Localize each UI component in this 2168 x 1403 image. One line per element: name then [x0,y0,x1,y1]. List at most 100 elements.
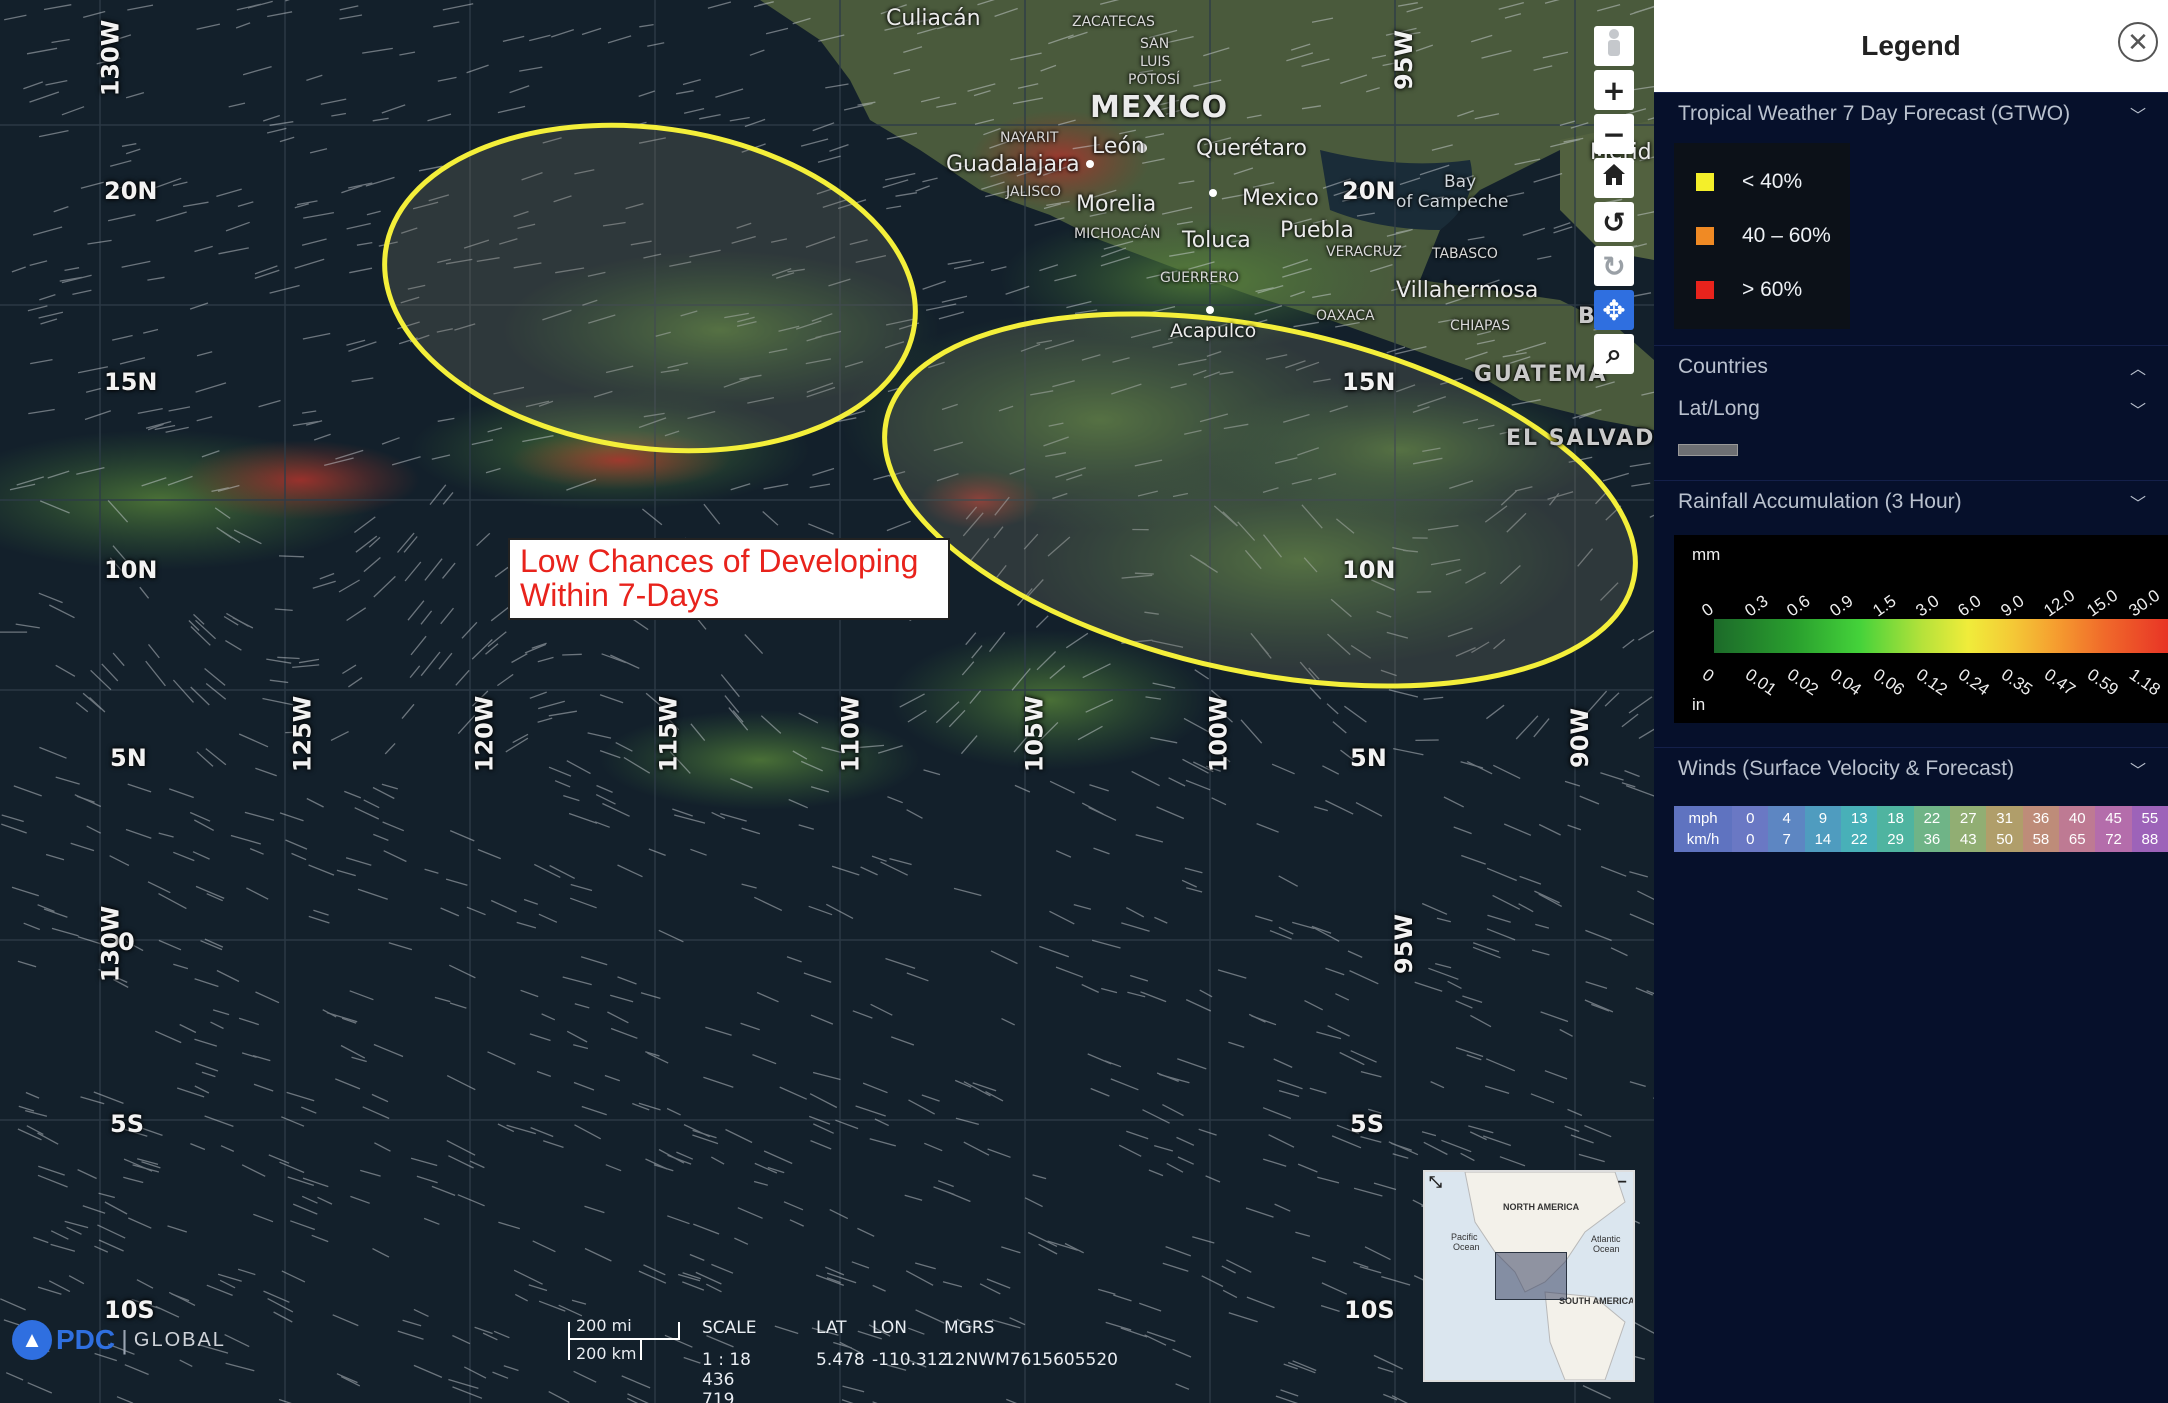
section-gtwo[interactable]: Tropical Weather 7 Day Forecast (GTWO) ﹀ [1654,92,2168,135]
chevron-down-icon[interactable]: ﹀ [2130,102,2146,126]
section-rainfall[interactable]: Rainfall Accumulation (3 Hour) ﹀ [1654,480,2168,523]
rainfall-mm-tick: 30.0 [2125,585,2164,621]
scale-label: SCALE [702,1318,757,1338]
lon-label-90w: 90W [1565,708,1594,768]
close-icon[interactable]: ✕ [2118,22,2158,62]
lon-label-125w: 125W [288,695,317,773]
minimap-collapse-button[interactable]: − [1618,1174,1627,1192]
lon-label-105w: 105W [1020,695,1049,773]
chevron-down-icon[interactable]: ﹀ [2130,490,2146,514]
zoom-out-button[interactable]: − [1594,114,1634,154]
wind-scale-cell: 18 29 [1877,806,1914,852]
minimap-atlantic: Atlantic [1591,1234,1621,1244]
home-button[interactable] [1594,158,1634,198]
person-icon [1603,28,1625,65]
wind-scale-cell: 22 36 [1913,806,1951,852]
lat-label-left-15n: 15N [104,368,158,396]
place-luis: LUIS [1140,54,1171,70]
rotate-right-button[interactable]: ↻ [1594,246,1634,286]
rotate-left-button[interactable]: ↺ [1594,202,1634,242]
wind-scale-cell: 13 22 [1841,806,1878,852]
section-countries[interactable]: Countries ︿ [1654,345,2168,388]
chevron-down-icon[interactable]: ﹀ [2130,757,2146,781]
latlong-line-swatch [1678,444,1738,456]
overview-minimap[interactable]: ⤡ − NORTH AMERICA Pacific Ocean Atlantic… [1423,1170,1635,1382]
street-view-button[interactable] [1594,26,1634,66]
chevron-up-icon[interactable]: ︿ [2130,355,2146,379]
lat-label-right-15n: 15N [1342,368,1396,396]
rainfall-mm-tick: 15.0 [2082,585,2121,621]
section-latlong-title: Lat/Long [1678,397,1760,420]
map-toolbar: + − ↺ ↻ ✥ ⌕ [1594,26,1634,378]
lat-label-left-10n: 10N [104,556,158,584]
minimap-expand-button[interactable]: ⤡ [1429,1174,1442,1192]
wind-mph-value: 13 [1850,810,1868,827]
wind-kmh-value: 22 [1850,831,1868,848]
rainfall-gradient [1714,619,2168,653]
section-rainfall-title: Rainfall Accumulation (3 Hour) [1678,490,1962,513]
wind-mph-value: 40 [2068,810,2086,827]
gtwo-label-high: > 60% [1742,278,1803,301]
brand-name: PDC [56,1324,116,1355]
rainfall-in-tick: 0.06 [1869,664,1908,700]
place-zacatecas: ZACATECAS [1072,14,1155,30]
section-winds[interactable]: Winds (Surface Velocity & Forecast) ﹀ [1654,747,2168,790]
place-nayarit: NAYARIT [1000,130,1059,146]
minimap-south-america: SOUTH AMERICA [1559,1296,1635,1306]
lat-label-left-20n: 20N [104,177,158,205]
rainfall-mm-tick: 1.5 [1869,591,1900,621]
place-guatemala: GUATEMA [1474,362,1608,387]
rainfall-unit-mm: mm [1692,545,1721,564]
scale-bar: 200 mi 200 km [568,1316,680,1364]
rainfall-mm-tick: 0 [1698,599,1717,621]
wind-mph-value: 55 [2141,810,2159,827]
rainfall-in-tick: 0.24 [1955,664,1994,700]
lon-label-110w: 110W [836,695,865,773]
place-jalisco: JALISCO [1006,184,1062,200]
lat-value: 5.478 [816,1350,865,1370]
rainfall-in-tick: 0.47 [2040,664,2079,700]
place-mexico-city: Mexico [1242,186,1319,211]
rainfall-in-tick: 0.59 [2083,664,2122,700]
brand-subtitle: GLOBAL [133,1328,226,1351]
pdc-logo-icon: ▲ [12,1320,52,1360]
lat-label-0: 0 [118,928,135,956]
place-acapulco: Acapulco [1170,320,1257,342]
scale-km: 200 km [576,1344,637,1363]
lon-label: LON [872,1318,907,1338]
wind-scale-cell: 36 58 [2022,806,2060,852]
wind-kmh-value: 36 [1923,831,1941,848]
brand: ▲ PDC | GLOBAL [12,1320,226,1360]
place-potosi: POTOSÍ [1128,72,1181,88]
chevron-down-icon[interactable]: ﹀ [2130,397,2146,421]
wind-units: mph km/h [1674,806,1733,852]
map-view[interactable]: 130W 95W 130W 95W 0 20N 15N 10N 5N 5S 10… [0,0,1654,1403]
place-morelia: Morelia [1076,192,1157,217]
gtwo-item-high: > 60% [1674,263,1850,317]
lon-label-100w: 100W [1204,695,1233,773]
wind-mph-value: 31 [1996,810,2013,827]
zoom-area-button[interactable]: ⌕ [1594,334,1634,374]
pan-button[interactable]: ✥ [1594,290,1634,330]
wind-kmh-value: 29 [1887,831,1904,848]
wind-scale-cell: 55 88 [2131,806,2168,852]
gtwo-key: < 40% 40 – 60% > 60% [1674,143,1850,329]
rainfall-mm-tick: 6.0 [1954,591,1985,621]
zoom-in-button[interactable]: + [1594,70,1634,110]
place-villahermosa: Villahermosa [1396,278,1539,303]
place-toluca: Toluca [1182,228,1251,253]
wind-kmh-value: 7 [1782,831,1791,848]
swatch-medium [1696,227,1714,245]
place-mexico-country: MEXICO [1090,90,1229,125]
wind-kmh-value: 43 [1959,831,1977,848]
section-latlong[interactable]: Lat/Long ﹀ [1654,388,2168,430]
swatch-high [1696,281,1714,299]
legend-panel: Legend ✕ Tropical Weather 7 Day Forecast… [1654,0,2168,1403]
wind-scale-cell: 40 65 [2059,806,2096,852]
wind-kmh-value: 65 [2068,831,2086,848]
place-queretaro: Querétaro [1196,136,1308,161]
minimap-viewport[interactable] [1495,1252,1567,1300]
home-icon [1601,162,1627,195]
place-culiacan: Culiacán [886,6,981,31]
rainfall-unit-in: in [1692,695,1706,714]
